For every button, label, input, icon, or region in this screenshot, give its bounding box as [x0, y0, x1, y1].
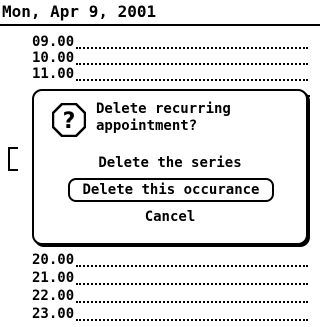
time-slot-label: 22.00: [32, 288, 75, 304]
delete-occurrence-button[interactable]: Delete this occurance: [68, 178, 274, 202]
time-slot-label: 09.00: [32, 34, 75, 50]
header-date[interactable]: Mon, Apr 9, 2001: [2, 2, 156, 22]
delete-series-button[interactable]: Delete the series: [34, 154, 306, 172]
slot-divider: [76, 79, 308, 81]
delete-recurring-dialog: ? Delete recurring appointment? Delete t…: [32, 89, 308, 245]
slot-divider: [76, 265, 308, 267]
day-header: Mon, Apr 9, 2001: [0, 0, 320, 26]
time-slot-row[interactable]: 10.00: [0, 50, 320, 67]
time-slot-row[interactable]: 21.00: [0, 270, 320, 287]
slot-divider: [76, 301, 308, 303]
time-slot-row[interactable]: 11.00: [0, 66, 320, 83]
time-slot-row[interactable]: 20.00: [0, 252, 320, 269]
prompt-line: Delete recurring: [96, 101, 231, 117]
slot-divider: [76, 63, 308, 65]
svg-text:?: ?: [63, 109, 76, 134]
time-slot-label: 21.00: [32, 270, 75, 286]
time-slot-label: 20.00: [32, 252, 75, 268]
time-slot-row[interactable]: 22.00: [0, 288, 320, 305]
slot-divider: [76, 319, 308, 321]
calendar-screen: Mon, Apr 9, 2001 09.00 10.00 11.00 20.00: [0, 0, 320, 327]
appointment-bracket[interactable]: [8, 147, 18, 171]
time-slot-label: 11.00: [32, 66, 75, 82]
time-slot-row[interactable]: 09.00: [0, 34, 320, 51]
question-icon: ?: [51, 102, 87, 138]
time-slot-row[interactable]: 23.00: [0, 306, 320, 323]
time-slot-label: 10.00: [32, 50, 75, 66]
time-slot-label: 23.00: [32, 306, 75, 322]
slot-divider: [76, 47, 308, 49]
slot-divider: [76, 283, 308, 285]
dialog-prompt: Delete recurring appointment?: [96, 101, 296, 135]
cancel-button[interactable]: Cancel: [34, 208, 306, 226]
prompt-line: appointment?: [96, 118, 198, 134]
